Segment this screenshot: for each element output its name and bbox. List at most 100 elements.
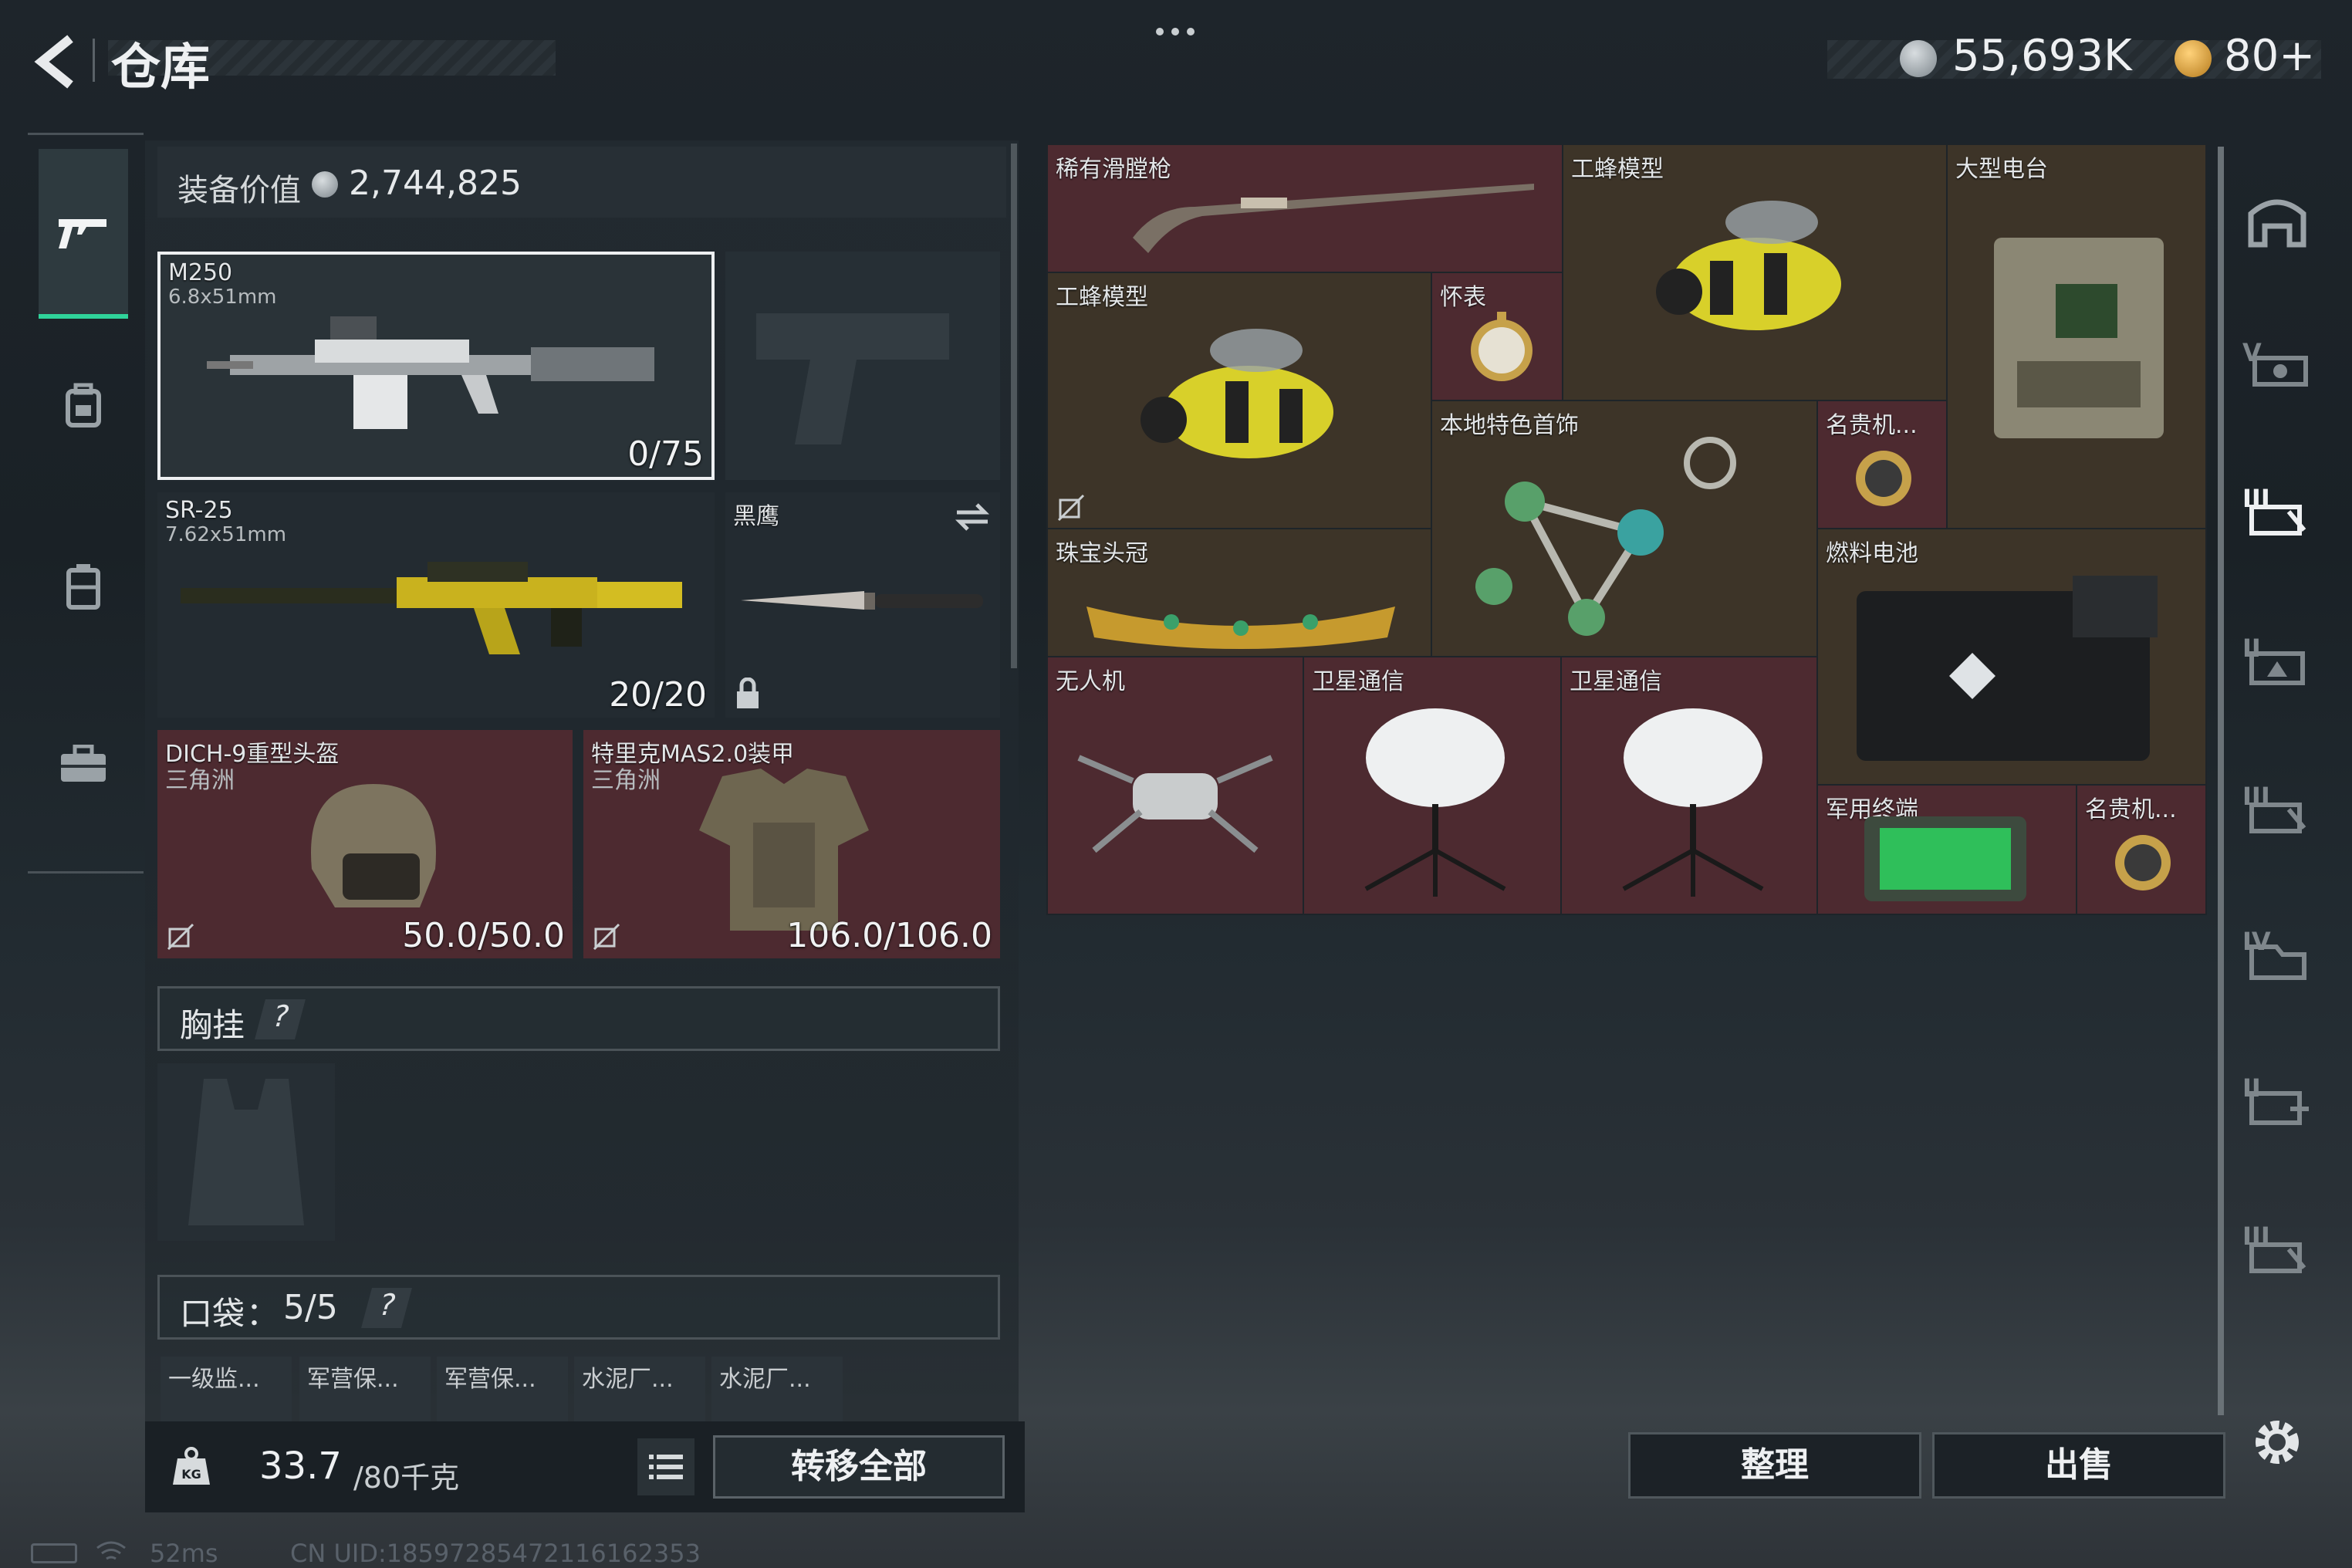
helmet-slot[interactable]: DICH-9重型头盔 三角洲 50.0/50.0 (157, 730, 573, 958)
armor-slot[interactable]: 特里克MAS2.0装甲 三角洲 106.0/106.0 (583, 730, 1000, 958)
ping-text: 52ms (150, 1539, 218, 1568)
item-name: 无人机 (1056, 668, 1125, 695)
inventory-item[interactable]: 名贵机... (1818, 401, 1946, 528)
organize-button[interactable]: 整理 (1628, 1432, 1921, 1499)
sidebar-tab-briefcase[interactable] (39, 714, 128, 814)
header-divider (93, 39, 95, 82)
weapon-name: SR-25 (165, 497, 233, 524)
weight-icon: KG (170, 1445, 213, 1488)
pocket-item[interactable]: 军营保... (299, 1357, 431, 1423)
pocket-watch-image (1471, 312, 1533, 381)
currency-icon (1900, 40, 1937, 77)
weapon-ammo: 20/20 (609, 675, 707, 715)
sidebar-tab-backpack[interactable] (39, 355, 128, 455)
bee-model-image (1141, 329, 1333, 458)
inventory-item[interactable]: 怀表 (1432, 273, 1562, 400)
backpack-icon (66, 383, 101, 427)
loadout-scrollbar[interactable] (1011, 144, 1017, 668)
no-insure-icon (1057, 494, 1085, 522)
armor-durability: 106.0/106.0 (786, 916, 992, 955)
pockets-header: 口袋 ： 5/5 ? (157, 1275, 1000, 1340)
satellite-dish-image (1622, 708, 1764, 897)
coin-amount[interactable]: 80+ (2224, 31, 2315, 81)
no-insure-icon (167, 923, 194, 951)
inventory-item[interactable]: 军用终端 (1818, 786, 2076, 914)
weight-current: 33.7 (259, 1445, 342, 1488)
storage-v-icon: V (2242, 338, 2308, 387)
pockets-help-button[interactable]: ? (361, 1288, 412, 1328)
inventory-scrollbar[interactable] (2218, 147, 2224, 1415)
pockets-count: 5/5 (283, 1288, 338, 1327)
inventory-item[interactable]: 工蜂模型 (1563, 145, 1946, 400)
page-title: 仓库 (111, 39, 210, 96)
jewelry-image (1475, 437, 1736, 636)
knife-image (741, 591, 983, 610)
inventory-item[interactable]: 工蜂模型 (1048, 273, 1431, 528)
storage-tab-3-active[interactable]: III (2235, 468, 2320, 553)
inventory-item[interactable]: 卫星通信 (1562, 657, 1816, 914)
sell-button[interactable]: 出售 (1932, 1432, 2225, 1499)
secondary-weapon-slot[interactable]: SR-25 7.62x51mm 20/20 (157, 492, 715, 718)
storage-tab-4[interactable]: IV (2235, 911, 2320, 995)
drone-image (1077, 755, 1273, 853)
inventory-item[interactable]: 本地特色首饰 (1432, 401, 1816, 656)
more-menu-icon[interactable] (1156, 28, 1199, 39)
storage-tab-home[interactable] (2235, 177, 2320, 262)
sidebar-tab-weapons[interactable] (39, 149, 128, 319)
primary-weapon-slot[interactable]: M250 6.8x51mm 0/75 (157, 252, 715, 480)
radio-image (1994, 238, 2164, 438)
coin-icon (2175, 40, 2212, 77)
settings-button[interactable] (2235, 1400, 2320, 1485)
chest-rig-slot-empty[interactable] (157, 1063, 335, 1241)
pocket-item[interactable]: 水泥厂... (574, 1357, 705, 1423)
gear-icon (2256, 1421, 2299, 1464)
inventory-item[interactable]: 燃料电池 (1818, 529, 2205, 784)
storage-tab-3c[interactable]: III (2235, 1205, 2320, 1290)
swap-icon[interactable] (954, 502, 991, 532)
back-button[interactable] (28, 31, 82, 93)
pistol-silhouette-icon (756, 313, 949, 444)
pocket-item[interactable]: 一级监... (161, 1357, 292, 1423)
armor-sub: 三角洲 (591, 767, 661, 794)
storage-tab-3b[interactable]: III (2235, 765, 2320, 850)
pocket-item[interactable]: 水泥厂... (711, 1357, 843, 1423)
inventory-item[interactable]: 珠宝头冠 (1048, 529, 1431, 656)
item-name: 卫星通信 (1312, 668, 1404, 695)
storage-medical-icon: II (2242, 1073, 2309, 1125)
chest-rig-help-button[interactable]: ? (255, 999, 306, 1039)
inventory-item[interactable]: 大型电台 (1948, 145, 2205, 528)
uid-text: CN UID:18597285472116162353 (290, 1539, 701, 1568)
storage-tab-2[interactable]: II (2235, 617, 2320, 702)
inventory-item[interactable]: 无人机 (1048, 657, 1303, 914)
gun-icon (59, 219, 106, 248)
no-insure-icon (593, 923, 620, 951)
storage-tab-5[interactable]: V (2235, 319, 2320, 404)
pockets-label: 口袋 (180, 1295, 245, 1333)
weight-max: /80千克 (353, 1461, 460, 1495)
inventory-item[interactable]: 名贵机... (2077, 786, 2205, 914)
crown-image (1086, 607, 1395, 649)
pistol-slot-empty[interactable] (725, 252, 1000, 480)
inventory-item[interactable]: 卫星通信 (1304, 657, 1560, 914)
inventory-item[interactable]: 稀有滑膛枪 (1048, 145, 1562, 272)
equipment-value-label: 装备价值 (177, 173, 301, 208)
helmet-sub: 三角洲 (165, 767, 235, 794)
satellite-dish-image (1364, 708, 1506, 897)
rifle-image (181, 562, 682, 654)
pocket-item[interactable]: 军营保... (437, 1357, 568, 1423)
list-icon (649, 1455, 683, 1479)
svg-text:V: V (2242, 338, 2262, 367)
wifi-signal-icon (96, 1541, 126, 1560)
luxury-watch-image (1856, 451, 1911, 506)
battery-icon (31, 1543, 77, 1563)
melee-slot[interactable]: 黑鹰 (725, 492, 1000, 718)
transfer-all-button[interactable]: 转移全部 (713, 1435, 1005, 1499)
pocket-item-label: 军营保... (444, 1366, 536, 1393)
list-view-button[interactable] (637, 1438, 694, 1495)
storage-tab-2b[interactable]: II (2235, 1057, 2320, 1142)
back-arrow-icon (34, 35, 73, 89)
musket-image (1133, 184, 1534, 253)
sidebar-tab-container[interactable] (39, 536, 128, 637)
military-terminal-image (1864, 816, 2026, 901)
melee-name: 黑鹰 (733, 503, 779, 530)
